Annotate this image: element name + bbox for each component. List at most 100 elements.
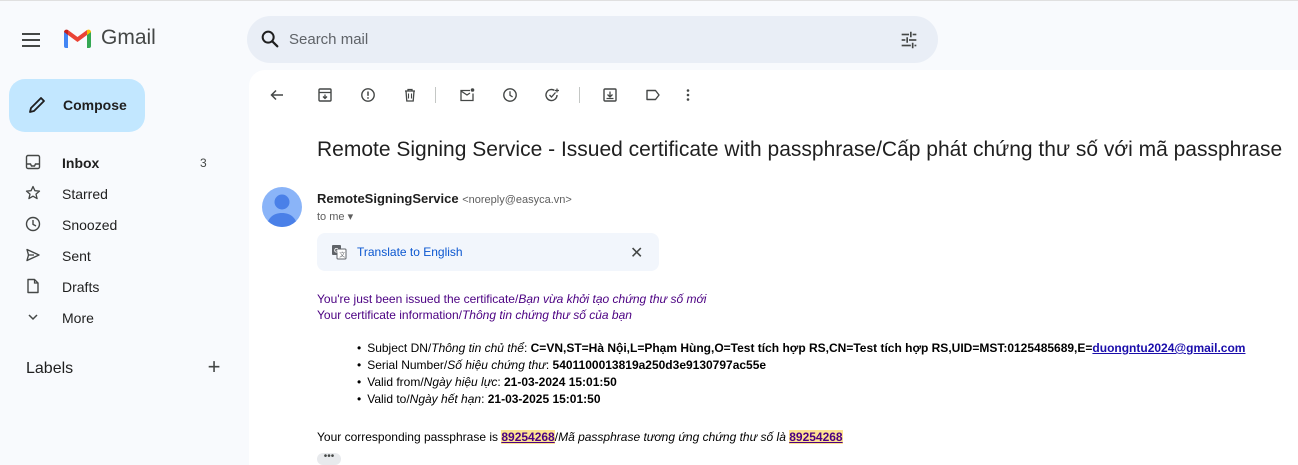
intro-vi: Bạn vừa khởi tạo chứng thư số mới (518, 292, 707, 306)
sidebar-item-label: Starred (62, 186, 108, 202)
back-button[interactable] (266, 84, 288, 106)
valid-to-value: 21-03-2025 15:01:50 (487, 392, 601, 406)
field-label: Valid to/ (367, 392, 410, 406)
caret-down-icon: ▾ (347, 211, 354, 223)
move-to-button[interactable] (599, 84, 621, 106)
gmail-logo[interactable]: Gmail (62, 26, 156, 50)
serial-value: 5401100013819a250d3e9130797ac55e (552, 358, 767, 372)
email-subject: Remote Signing Service - Issued certific… (317, 138, 1283, 161)
sidebar-item-starred[interactable]: Starred (0, 178, 236, 209)
list-item: Valid to/Ngày hết hạn: 21-03-2025 15:01:… (357, 391, 1245, 408)
unread-count: 3 (200, 156, 207, 170)
sidebar-item-drafts[interactable]: Drafts (0, 271, 236, 302)
search-input[interactable] (289, 26, 849, 52)
report-icon (361, 88, 375, 102)
move-to-icon (603, 88, 617, 102)
valid-from-value: 21-03-2024 15:01:50 (503, 375, 617, 389)
sidebar-item-sent[interactable]: Sent (0, 240, 236, 271)
svg-text:G: G (334, 249, 339, 255)
recipients-toggle[interactable]: to me ▾ (317, 210, 353, 223)
inbox-icon (25, 154, 41, 170)
label-icon (646, 89, 660, 101)
top-divider (0, 0, 1298, 1)
intro-line-2: Your certificate information/Thông tin c… (317, 307, 706, 323)
pencil-icon (29, 97, 45, 113)
toolbar-divider (435, 87, 436, 103)
field-label-vi: Thông tin chủ thể (431, 341, 524, 355)
add-to-tasks-button[interactable] (541, 84, 563, 106)
sender-avatar[interactable] (262, 187, 302, 227)
add-label-button[interactable]: + (203, 356, 225, 379)
translate-bar: G 文 Translate to English ✕ (317, 233, 659, 271)
info-vi: Thông tin chứng thư số của bạn (461, 308, 632, 322)
translate-icon: G 文 (332, 245, 347, 260)
compose-label: Compose (63, 97, 127, 113)
email-link[interactable]: duongntu2024@gmail.com (1092, 341, 1245, 355)
trash-icon (405, 88, 415, 102)
labels-heading: Labels (26, 360, 74, 377)
compose-button[interactable]: Compose (9, 79, 145, 132)
arrow-left-icon (270, 89, 283, 101)
archive-button[interactable] (314, 84, 336, 106)
intro-line-1: You're just been issued the certificate/… (317, 291, 706, 307)
list-item: Valid from/Ngày hiệu lực: 21-03-2024 15:… (357, 374, 1245, 391)
intro-en: You're just been issued the certificate/ (317, 292, 519, 306)
email-view: Remote Signing Service - Issued certific… (249, 70, 1298, 465)
passphrase-value: 89254268 (501, 430, 555, 444)
sidebar-item-label: Snoozed (62, 217, 118, 233)
labels-button[interactable] (642, 84, 664, 106)
field-label: Serial Number/ (367, 358, 448, 372)
archive-icon (318, 88, 332, 102)
passphrase-line: Your corresponding passphrase is 8925426… (317, 430, 843, 444)
list-item: Subject DN/Thông tin chủ thể: C=VN,ST=Hà… (357, 340, 1245, 357)
sender-name[interactable]: RemoteSigningService (317, 191, 459, 206)
svg-text:文: 文 (339, 251, 345, 259)
field-label-vi: Ngày hiệu lực (423, 375, 498, 389)
delete-button[interactable] (399, 84, 421, 106)
sidebar-item-label: Drafts (62, 279, 100, 295)
info-en: Your certificate information/ (317, 308, 462, 322)
sidebar-item-snoozed[interactable]: Snoozed (0, 209, 236, 240)
main-menu-icon[interactable] (22, 28, 44, 52)
subject-dn-value: C=VN,ST=Hà Nội,L=Phạm Hùng,O=Test tích h… (530, 341, 1093, 355)
field-label-vi: Ngày hết hạn (409, 392, 482, 406)
more-options-button[interactable] (677, 84, 699, 106)
sidebar-item-label: Inbox (62, 155, 100, 171)
search-options-icon[interactable] (898, 29, 920, 51)
search-icon[interactable] (259, 28, 281, 50)
passphrase-vi: Mã passphrase tương ứng chứng thư số là (558, 430, 790, 444)
clock-icon (25, 216, 41, 232)
field-label: Subject DN/ (367, 341, 432, 355)
recipients-label: to me (317, 211, 345, 223)
send-icon (26, 248, 40, 262)
app-name: Gmail (101, 26, 156, 49)
add-task-icon (545, 88, 559, 102)
passphrase-value: 89254268 (789, 430, 843, 444)
list-item: Serial Number/Số hiệu chứng thư: 5401100… (357, 357, 1245, 374)
sender-line: RemoteSigningService <noreply@easyca.vn> (317, 191, 572, 206)
close-icon[interactable]: ✕ (630, 243, 643, 263)
snooze-button[interactable] (499, 84, 521, 106)
sidebar-item-more[interactable]: More (0, 302, 236, 333)
email-intro: You're just been issued the certificate/… (317, 291, 706, 323)
toolbar-divider (579, 87, 580, 103)
translate-link[interactable]: Translate to English (357, 245, 463, 259)
sender-email: <noreply@easyca.vn> (462, 194, 572, 206)
chevron-down-icon (28, 314, 38, 321)
more-vert-icon (686, 89, 690, 101)
gmail-m-icon (64, 29, 91, 48)
passphrase-prefix: Your corresponding passphrase is (317, 430, 502, 444)
mark-unread-icon (460, 88, 475, 102)
sidebar-item-label: More (62, 310, 94, 326)
certificate-details: Subject DN/Thông tin chủ thể: C=VN,ST=Hà… (357, 340, 1245, 408)
report-spam-button[interactable] (357, 84, 379, 106)
sidebar-item-label: Sent (62, 248, 91, 264)
person-icon (267, 194, 297, 227)
search-bar (247, 16, 938, 63)
mark-unread-button[interactable] (456, 84, 478, 106)
draft-icon (27, 278, 39, 294)
field-label-vi: Số hiệu chứng thư (447, 358, 546, 372)
field-label: Valid from/ (367, 375, 424, 389)
show-trimmed-content-button[interactable]: ••• (317, 452, 341, 465)
sidebar-item-inbox[interactable]: Inbox 3 (0, 147, 236, 178)
